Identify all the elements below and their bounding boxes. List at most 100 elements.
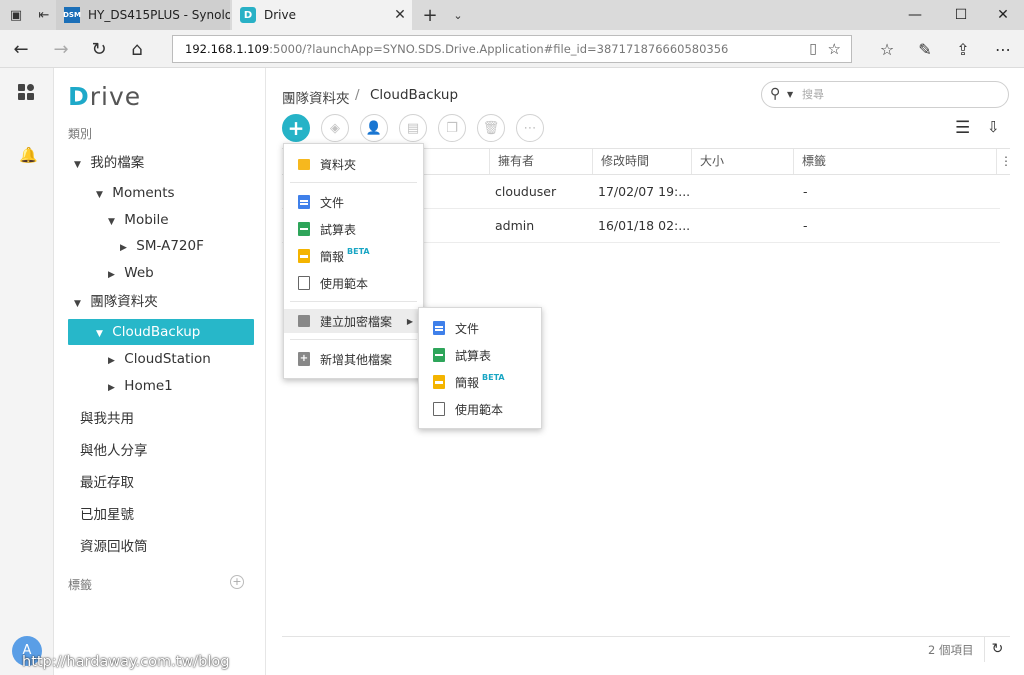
new-tab-icon[interactable]: + bbox=[416, 0, 444, 30]
favorite-star-icon[interactable]: ☆ bbox=[828, 36, 841, 62]
move-folder-icon[interactable]: ▤ bbox=[399, 114, 427, 142]
menu-item-encrypted[interactable]: 建立加密檔案 ▶ bbox=[284, 309, 423, 333]
set-aside-tabs-icon[interactable]: ⇤ bbox=[30, 0, 58, 30]
sidebar-item-cloudbackup[interactable]: ▼ CloudBackup bbox=[68, 319, 254, 345]
breadcrumb-root[interactable]: 團隊資料夾 bbox=[282, 87, 350, 107]
share-icon[interactable]: ⇪ bbox=[948, 34, 978, 64]
sidebar-item-web[interactable]: ▶ Web bbox=[108, 260, 154, 286]
sidebar-item-shared-with-me[interactable]: 與我共用 bbox=[80, 407, 134, 427]
back-icon[interactable]: ← bbox=[6, 34, 36, 64]
sidebar-item-my-files[interactable]: ▼ 我的檔案 bbox=[74, 150, 144, 176]
submenu-item-spreadsheet[interactable]: 試算表 bbox=[419, 343, 541, 367]
delete-icon[interactable]: 🗑 bbox=[477, 114, 505, 142]
beta-badge: BETA bbox=[347, 246, 370, 256]
sidebar-item-team-folders[interactable]: ▼ 團隊資料夾 bbox=[74, 289, 158, 315]
dsm-favicon-icon: DSM bbox=[63, 7, 81, 23]
close-tab-icon[interactable]: ✕ bbox=[388, 7, 412, 23]
address-bar[interactable]: 192.168.1.109:5000/?launchApp=SYNO.SDS.D… bbox=[172, 35, 852, 63]
lock-icon bbox=[298, 315, 310, 327]
caret-right-icon: ▶ bbox=[108, 383, 115, 393]
caret-right-icon: ▶ bbox=[108, 270, 115, 280]
template-icon bbox=[298, 276, 310, 290]
sidebar-item-device[interactable]: ▶ SM-A720F bbox=[120, 233, 204, 259]
list-footer: 2 個項目 ↻ bbox=[282, 636, 1010, 662]
dashboard-icon[interactable] bbox=[18, 84, 36, 102]
cell-labels: - bbox=[803, 218, 808, 233]
document-icon bbox=[433, 321, 445, 335]
sort-icon[interactable]: ⇩ bbox=[987, 118, 1000, 136]
reading-view-icon[interactable]: ▯ bbox=[809, 36, 817, 62]
tab-actions-icon[interactable]: ▣ bbox=[2, 0, 30, 30]
drive-favicon-icon: D bbox=[240, 7, 256, 23]
refresh-list-icon[interactable]: ↻ bbox=[984, 637, 1010, 662]
menu-item-slides[interactable]: 簡報 BETA bbox=[284, 244, 423, 268]
breadcrumb-separator: / bbox=[355, 87, 360, 103]
sidebar-item-home1[interactable]: ▶ Home1 bbox=[108, 373, 173, 399]
tab-drive[interactable]: D Drive ✕ bbox=[232, 0, 412, 30]
sidebar-item-moments[interactable]: ▼ Moments bbox=[96, 180, 175, 206]
document-icon bbox=[298, 195, 310, 209]
sidebar-item-recent[interactable]: 最近存取 bbox=[80, 471, 134, 491]
copy-icon[interactable]: ❐ bbox=[438, 114, 466, 142]
submenu-item-document[interactable]: 文件 bbox=[419, 316, 541, 340]
browser-tab-bar: ▣ ⇤ DSM HY_DS415PLUS - Synology I D Driv… bbox=[0, 0, 1024, 30]
labels-section-label: 標籤 bbox=[68, 578, 93, 592]
home-icon[interactable]: ⌂ bbox=[122, 34, 152, 64]
template-icon bbox=[433, 402, 445, 416]
menu-item-spreadsheet[interactable]: 試算表 bbox=[284, 217, 423, 241]
list-view-icon[interactable]: ☰ bbox=[955, 118, 970, 138]
cell-owner: admin bbox=[495, 218, 535, 233]
sidebar-item-shared-with-others[interactable]: 與他人分享 bbox=[80, 439, 148, 459]
sidebar: Drive 類別 ▼ 我的檔案 ▼ Moments ▼ Mobile ▶ SM-… bbox=[54, 68, 266, 675]
encrypted-submenu: 文件 試算表 簡報 BETA 使用範本 bbox=[418, 307, 542, 429]
submenu-arrow-icon: ▶ bbox=[406, 316, 413, 326]
item-count: 2 個項目 bbox=[928, 643, 974, 657]
category-label: 類別 bbox=[68, 127, 93, 141]
refresh-icon[interactable]: ↻ bbox=[84, 34, 114, 64]
tab-title: HY_DS415PLUS - Synology I bbox=[88, 8, 230, 22]
close-window-icon[interactable]: ✕ bbox=[980, 0, 1024, 30]
breadcrumb-current: CloudBackup bbox=[370, 87, 459, 103]
column-owner[interactable]: 擁有者 bbox=[489, 149, 534, 174]
submenu-item-template[interactable]: 使用範本 bbox=[419, 397, 541, 421]
web-note-icon[interactable]: ✎ bbox=[910, 34, 940, 64]
column-labels[interactable]: 標籤 bbox=[793, 149, 826, 174]
tab-title: Drive bbox=[264, 8, 296, 22]
slides-icon bbox=[433, 375, 445, 389]
column-modified[interactable]: 修改時間 bbox=[592, 149, 649, 174]
cell-labels: - bbox=[803, 184, 808, 199]
sidebar-item-cloudstation[interactable]: ▶ CloudStation bbox=[108, 346, 211, 372]
caret-down-icon: ▼ bbox=[74, 299, 81, 309]
forward-icon[interactable]: → bbox=[46, 34, 76, 64]
search-dropdown-icon[interactable]: ▼ bbox=[787, 82, 793, 107]
search-icon: ⚲ bbox=[770, 86, 781, 102]
add-label-icon[interactable]: + bbox=[230, 575, 244, 589]
submenu-item-slides[interactable]: 簡報 BETA bbox=[419, 370, 541, 394]
tab-list-chevron-icon[interactable]: ⌄ bbox=[444, 0, 472, 30]
menu-item-other[interactable]: + 新增其他檔案 bbox=[284, 347, 423, 371]
caret-down-icon: ▼ bbox=[96, 329, 103, 339]
maximize-icon[interactable]: ☐ bbox=[938, 0, 984, 30]
favorites-hub-icon[interactable]: ☆ bbox=[872, 34, 902, 64]
sidebar-item-recycle-bin[interactable]: 資源回收筒 bbox=[80, 535, 148, 555]
cell-modified: 17/02/07 19:... bbox=[598, 184, 691, 199]
caret-down-icon: ▼ bbox=[108, 217, 115, 227]
more-menu-icon[interactable]: ⋯ bbox=[988, 34, 1018, 64]
slides-icon bbox=[298, 249, 310, 263]
sidebar-item-starred[interactable]: 已加星號 bbox=[80, 503, 134, 523]
menu-item-template[interactable]: 使用範本 bbox=[284, 271, 423, 295]
menu-item-folder[interactable]: 資料夾 bbox=[284, 152, 423, 176]
column-size[interactable]: 大小 bbox=[691, 149, 724, 174]
tab-synology[interactable]: DSM HY_DS415PLUS - Synology I bbox=[56, 0, 230, 30]
sidebar-item-mobile[interactable]: ▼ Mobile bbox=[108, 207, 169, 233]
more-actions-icon[interactable]: ⋯ bbox=[516, 114, 544, 142]
notification-bell-icon[interactable]: 🔔 bbox=[19, 146, 38, 164]
left-rail: 🔔 A bbox=[0, 68, 54, 675]
minimize-icon[interactable]: — bbox=[892, 0, 938, 30]
share-user-icon[interactable]: 👤 bbox=[360, 114, 388, 142]
add-button[interactable]: + bbox=[282, 114, 310, 142]
menu-item-document[interactable]: 文件 bbox=[284, 190, 423, 214]
label-tag-icon[interactable]: ◈ bbox=[321, 114, 349, 142]
column-options-icon[interactable]: ⋮ bbox=[996, 149, 1012, 174]
search-input[interactable]: ⚲ ▼ 搜尋 bbox=[761, 81, 1009, 108]
